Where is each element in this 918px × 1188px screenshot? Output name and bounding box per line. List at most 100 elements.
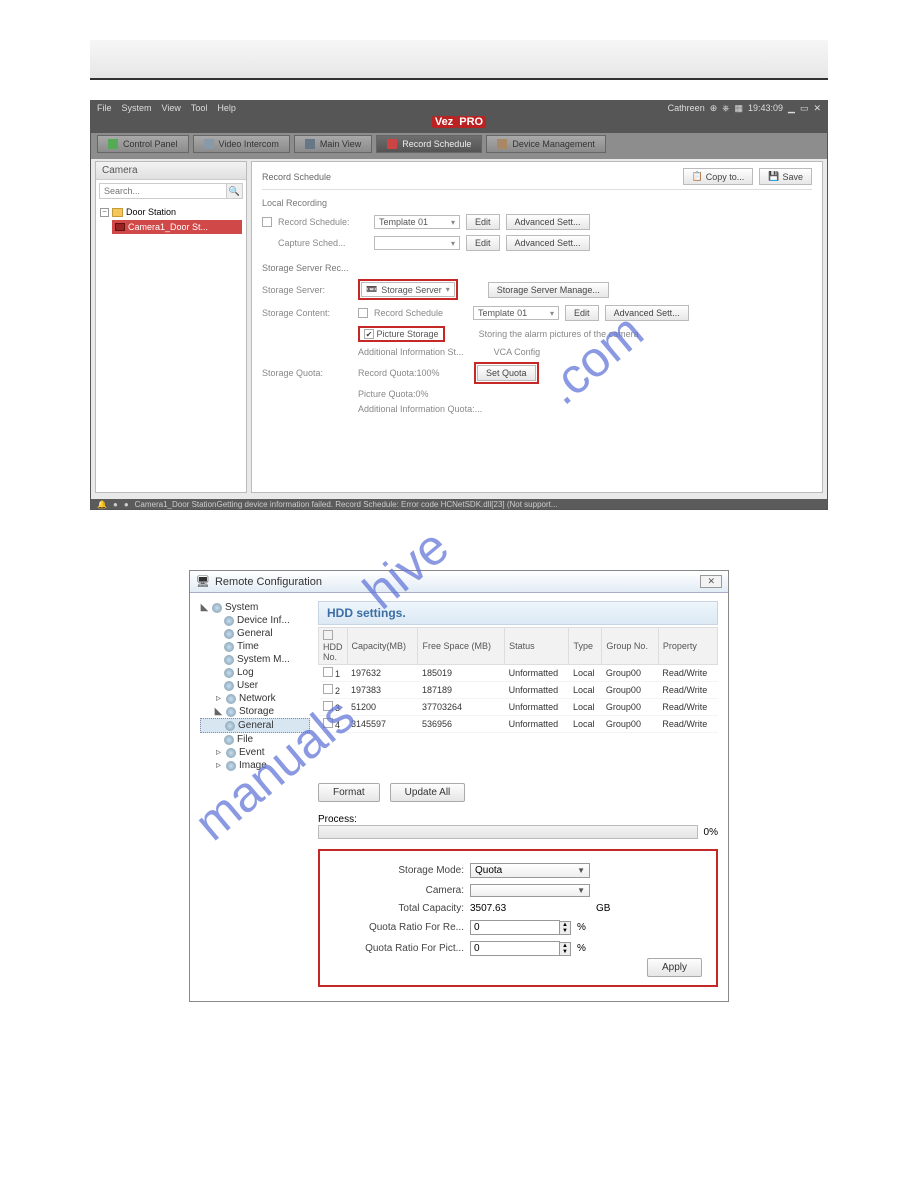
srv-edit-button[interactable]: Edit	[565, 305, 599, 321]
storage-server-label: Storage Server:	[262, 285, 352, 295]
menu-tool[interactable]: Tool	[191, 103, 208, 113]
picture-storage-checkbox[interactable]: ✔	[364, 329, 374, 339]
save-button[interactable]: 💾 Save	[759, 168, 812, 185]
tab-record-schedule[interactable]: Record Schedule	[376, 135, 482, 153]
record-icon	[387, 139, 397, 149]
menu-help[interactable]: Help	[217, 103, 236, 113]
tree-image[interactable]: ▹Image	[200, 759, 310, 772]
template-select[interactable]: Template 01▾	[374, 215, 460, 229]
tree-event[interactable]: ▹Event	[200, 746, 310, 759]
camera-sidebar: Camera 🔍 − Door Station Camera1_Door St.…	[95, 161, 247, 493]
table-row[interactable]: 35120037703264UnformattedLocalGroup00Rea…	[319, 699, 718, 716]
panel-title: Record Schedule	[262, 172, 331, 182]
camera-label: Camera:	[334, 885, 464, 896]
hdd-settings-title: HDD settings.	[318, 601, 718, 625]
page-header-bar	[90, 40, 828, 80]
picture-quota-value: Picture Quota:0%	[358, 389, 429, 399]
edit-button[interactable]: Edit	[466, 214, 500, 230]
tree-system[interactable]: ◣System	[200, 601, 310, 614]
search-icon[interactable]: 🔍	[226, 184, 242, 198]
row-checkbox[interactable]	[323, 701, 333, 711]
tree-device-info[interactable]: Device Inf...	[200, 614, 310, 627]
hdd-table: HDD No. Capacity(MB)Free Space (MB)Statu…	[318, 627, 718, 733]
row-checkbox[interactable]	[323, 684, 333, 694]
sidebar-title: Camera	[96, 162, 246, 180]
tree-storage-general[interactable]: General	[200, 718, 310, 733]
srv-template-select[interactable]: Template 01▾	[473, 306, 559, 320]
copy-to-button[interactable]: 📋 Copy to...	[683, 168, 754, 185]
capture-template-select[interactable]: ▾	[374, 236, 460, 250]
row-checkbox[interactable]	[323, 718, 333, 728]
srv-adv-button[interactable]: Advanced Sett...	[605, 305, 689, 321]
local-recording-title: Local Recording	[262, 198, 812, 208]
tree-user[interactable]: User	[200, 679, 310, 692]
layout-icon[interactable]: ▦	[734, 103, 743, 114]
table-row[interactable]: 43145597536956UnformattedLocalGroup00Rea…	[319, 716, 718, 733]
tree-storage[interactable]: ◣Storage	[200, 705, 310, 718]
storage-quota-label: Storage Quota:	[262, 368, 352, 378]
quota-ratio-picture-input[interactable]: ▲▼	[470, 941, 571, 956]
capture-schedule-label: Capture Sched...	[278, 238, 368, 248]
globe-icon[interactable]: ⊕	[710, 103, 718, 114]
quota-ratio-record-input[interactable]: ▲▼	[470, 920, 571, 935]
select-all-checkbox[interactable]	[323, 630, 333, 640]
apply-button[interactable]: Apply	[647, 958, 702, 977]
collapse-icon[interactable]: −	[100, 208, 109, 217]
camera-search[interactable]: 🔍	[99, 183, 243, 199]
update-all-button[interactable]: Update All	[390, 783, 466, 802]
storage-server-manage-button[interactable]: Storage Server Manage...	[488, 282, 609, 298]
lock-icon[interactable]: ⎈	[722, 103, 729, 114]
current-user: Cathreen	[668, 103, 705, 113]
menu-system[interactable]: System	[122, 103, 152, 113]
tree-general[interactable]: General	[200, 627, 310, 640]
set-quota-button[interactable]: Set Quota	[477, 365, 536, 381]
app-logo: VezPRO	[91, 115, 827, 131]
storage-mode-label: Storage Mode:	[334, 865, 464, 876]
row-checkbox[interactable]	[323, 667, 333, 677]
record-schedule-chk2[interactable]	[358, 308, 368, 318]
tab-video-intercom[interactable]: Video Intercom	[193, 135, 290, 153]
camera-select[interactable]: ▼	[470, 884, 590, 897]
format-button[interactable]: Format	[318, 783, 380, 802]
tree-system-m[interactable]: System M...	[200, 653, 310, 666]
max-icon[interactable]: ▭	[800, 103, 809, 114]
total-capacity-value: 3507.63	[470, 903, 590, 914]
close-icon[interactable]: ✕	[813, 103, 821, 114]
record-schedule-panel: Record Schedule 📋 Copy to... 💾 Save Loca…	[251, 161, 823, 493]
tab-device-management[interactable]: Device Management	[486, 135, 606, 153]
tree-root-door-station[interactable]: − Door Station	[100, 206, 242, 218]
tree-file[interactable]: File	[200, 733, 310, 746]
tab-main-view[interactable]: Main View	[294, 135, 372, 153]
record-schedule-checkbox[interactable]	[262, 217, 272, 227]
progress-bar	[318, 825, 698, 839]
status-indicator-icon: ●	[124, 500, 129, 509]
table-row[interactable]: 1197632185019UnformattedLocalGroup00Read…	[319, 665, 718, 682]
storage-mode-select[interactable]: Quota▼	[470, 863, 590, 878]
table-row[interactable]: 2197383187189UnformattedLocalGroup00Read…	[319, 682, 718, 699]
tree-time[interactable]: Time	[200, 640, 310, 653]
record-quota-value: Record Quota:100%	[358, 368, 468, 378]
tree-log[interactable]: Log	[200, 666, 310, 679]
alert-icon[interactable]: 🔔	[97, 500, 107, 509]
additional-quota-value: Additional Information Quota:...	[358, 404, 482, 414]
search-input[interactable]	[100, 184, 226, 198]
menu-file[interactable]: File	[97, 103, 112, 113]
edit-button-2[interactable]: Edit	[466, 235, 500, 251]
status-bar: 🔔 ● ● Camera1_Door StationGetting device…	[91, 497, 827, 511]
storage-server-select[interactable]: 📼 Storage Server▾	[361, 282, 455, 297]
close-button[interactable]: ✕	[700, 575, 722, 588]
vca-config-label: VCA Config	[494, 347, 541, 357]
tree-network[interactable]: ▹Network	[200, 692, 310, 705]
tree-camera-selected[interactable]: Camera1_Door St...	[112, 220, 242, 234]
additional-info-label: Additional Information St...	[358, 347, 464, 357]
advanced-settings-button-2[interactable]: Advanced Sett...	[506, 235, 590, 251]
plus-icon	[108, 139, 118, 149]
min-icon[interactable]: ▁	[788, 103, 795, 114]
folder-icon	[112, 208, 123, 217]
capacity-unit: GB	[596, 903, 610, 914]
total-capacity-label: Total Capacity:	[334, 903, 464, 914]
advanced-settings-button[interactable]: Advanced Sett...	[506, 214, 590, 230]
tab-control-panel[interactable]: Control Panel	[97, 135, 189, 153]
menu-bar: File System View Tool Help Cathreen ⊕ ⎈ …	[91, 101, 827, 115]
menu-view[interactable]: View	[162, 103, 181, 113]
